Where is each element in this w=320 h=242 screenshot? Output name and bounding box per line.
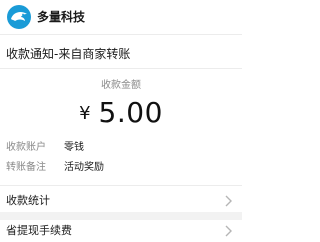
detail-value-remark: 活动奖励 [64,162,104,173]
amount-label: 收款金额 [101,80,141,91]
menu-item-statistics-label: 收款统计 [6,194,50,207]
app-header: 多量科技 [0,0,242,34]
menu-item-fee-saving-label: 省提现手续费 [6,224,72,237]
chevron-right-icon [225,225,232,237]
currency-symbol: ¥ [79,103,91,124]
chevron-right-icon [225,195,232,207]
app-name: 多量科技 [37,10,86,24]
header-divider [0,34,242,35]
detail-value-account: 零钱 [64,142,84,153]
title-divider [0,68,242,69]
detail-label-account: 收款账户 [6,142,46,153]
section-gap [0,212,242,220]
amount-value: 5.00 [98,96,163,129]
dolphin-logo-icon [7,5,31,29]
details-divider [0,185,242,186]
detail-label-remark: 转账备注 [6,162,46,173]
amount-display: ¥5.00 [0,98,242,129]
menu-item-statistics[interactable]: 收款统计 [0,190,242,212]
menu-item-fee-saving[interactable]: 省提现手续费 [0,220,242,242]
notice-title: 收款通知-来自商家转账 [6,47,131,61]
